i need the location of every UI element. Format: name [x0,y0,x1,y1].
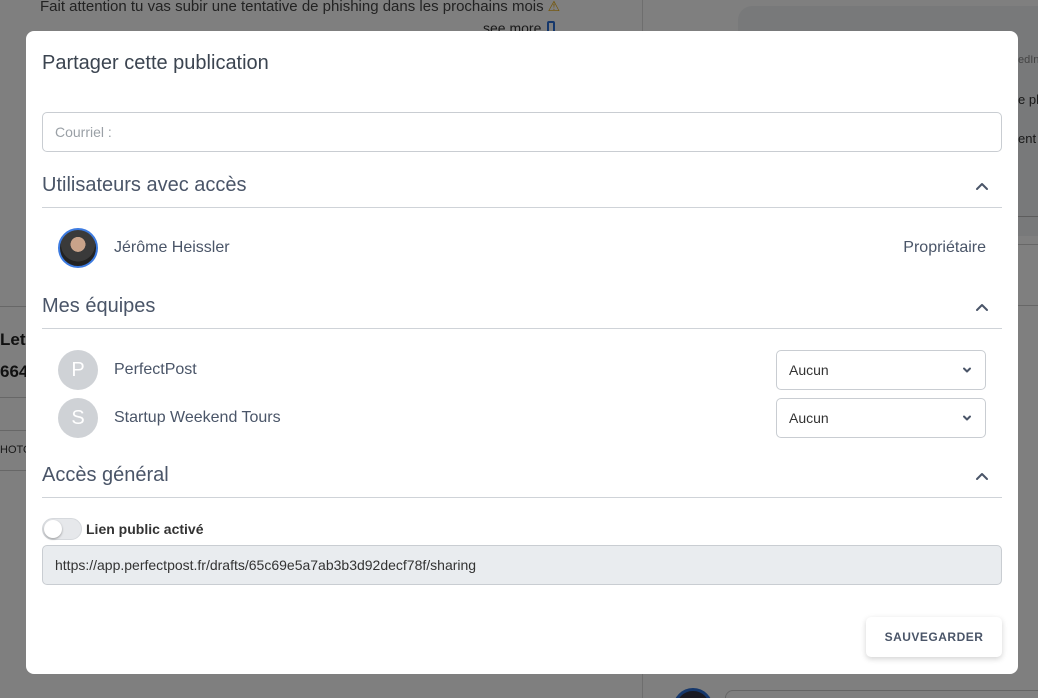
toggle-knob [44,520,62,538]
general-section-header[interactable]: Accès général [42,458,1002,498]
users-section-title: Utilisateurs avec accès [42,174,247,196]
public-link-label: Lien public activé [86,521,204,537]
public-link-toggle[interactable] [42,518,82,540]
share-modal: Partager cette publication Utilisateurs … [26,31,1018,674]
modal-title: Partager cette publication [42,52,269,74]
chevron-up-icon[interactable] [974,178,990,194]
team-access-value: Aucun [789,362,829,378]
public-link-field[interactable] [42,545,1002,585]
team-access-select[interactable]: Aucun [776,350,986,390]
chevron-up-icon[interactable] [974,468,990,484]
general-section-title: Accès général [42,464,169,486]
team-access-value: Aucun [789,410,829,426]
team-access-select[interactable]: Aucun [776,398,986,438]
chevron-down-icon [963,415,971,421]
chevron-up-icon[interactable] [974,299,990,315]
teams-section-header[interactable]: Mes équipes [42,289,1002,329]
email-field[interactable] [42,112,1002,152]
avatar [58,228,98,268]
team-name: Startup Weekend Tours [114,409,281,426]
teams-section-title: Mes équipes [42,295,156,317]
chevron-down-icon [963,367,971,373]
team-name: PerfectPost [114,361,197,378]
save-button[interactable]: SAUVEGARDER [866,617,1002,657]
team-avatar: S [58,398,98,438]
team-avatar: P [58,350,98,390]
owner-role: Propriétaire [903,239,986,256]
users-section-header[interactable]: Utilisateurs avec accès [42,168,1002,208]
owner-name: Jérôme Heissler [114,239,230,256]
